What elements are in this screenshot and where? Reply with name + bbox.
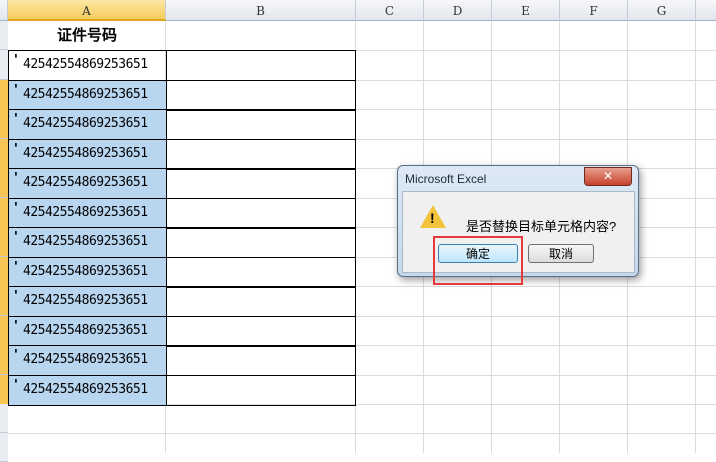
cell-value: 42542554869253651 [23, 146, 148, 161]
cell-B11[interactable] [166, 316, 356, 347]
gridline [695, 21, 696, 453]
cell-B12[interactable] [166, 345, 356, 376]
row-header-7[interactable] [0, 198, 8, 228]
cell-A7[interactable]: ' 42542554869253651 [8, 198, 167, 229]
select-all-corner[interactable] [0, 0, 8, 21]
row-header-2[interactable] [0, 50, 8, 80]
cell-value: 42542554869253651 [23, 175, 148, 190]
row-header-11[interactable] [0, 316, 8, 346]
apostrophe-prefix: ' [12, 289, 20, 304]
cell-A6[interactable]: ' 42542554869253651 [8, 168, 167, 199]
cell-B8[interactable] [166, 227, 356, 258]
cell-B6[interactable] [166, 168, 356, 199]
apostrophe-prefix: ' [12, 201, 20, 216]
cell-value: 42542554869253651 [23, 57, 148, 72]
row-header-4[interactable] [0, 109, 8, 139]
row-header-5[interactable] [0, 139, 8, 169]
column-header-E[interactable]: E [492, 0, 560, 21]
cell-B5[interactable] [166, 139, 356, 170]
highlight-box [433, 236, 523, 285]
column-header-C[interactable]: C [356, 0, 424, 21]
row-header-13[interactable] [0, 375, 8, 405]
header-cell-id-number[interactable]: 证件号码 [8, 21, 166, 50]
dialog-message: 是否替换目标单元格内容? [466, 219, 617, 234]
column-header-D[interactable]: D [424, 0, 492, 21]
apostrophe-prefix: ' [12, 142, 20, 157]
cell-A8[interactable]: ' 42542554869253651 [8, 227, 167, 258]
cell-A12[interactable]: ' 42542554869253651 [8, 345, 167, 376]
warning-icon: ! [420, 205, 446, 228]
cell-B7[interactable] [166, 198, 356, 229]
cell-A4[interactable]: ' 42542554869253651 [8, 109, 167, 140]
cell-A5[interactable]: ' 42542554869253651 [8, 139, 167, 170]
cell-value: 42542554869253651 [23, 264, 148, 279]
column-header-A[interactable]: A [8, 0, 166, 21]
close-button[interactable]: ✕ [584, 167, 632, 186]
column-header-F[interactable]: F [560, 0, 628, 21]
cell-A13[interactable]: ' 42542554869253651 [8, 375, 167, 406]
row-header-3[interactable] [0, 80, 8, 110]
cell-value: 42542554869253651 [23, 87, 148, 102]
row-header-12[interactable] [0, 345, 8, 375]
apostrophe-prefix: ' [12, 260, 20, 275]
cell-value: 42542554869253651 [23, 352, 148, 367]
column-header-G[interactable]: G [628, 0, 696, 21]
cell-A11[interactable]: ' 42542554869253651 [8, 316, 167, 347]
cell-value: 42542554869253651 [23, 234, 148, 249]
cell-B9[interactable] [166, 257, 356, 288]
row-header-8[interactable] [0, 227, 8, 257]
cancel-button[interactable]: 取消 [528, 244, 594, 263]
row-header-9[interactable] [0, 257, 8, 287]
row-header-14[interactable] [0, 404, 8, 433]
cell-B3[interactable] [166, 80, 356, 111]
apostrophe-prefix: ' [12, 112, 20, 127]
gridline [8, 433, 716, 434]
apostrophe-prefix: ' [12, 230, 20, 245]
warning-glyph: ! [430, 210, 435, 226]
dialog-title: Microsoft Excel [405, 172, 487, 186]
cell-A10[interactable]: ' 42542554869253651 [8, 286, 167, 317]
cell-A2[interactable]: ' 42542554869253651 [8, 50, 167, 81]
row-header-1[interactable] [0, 21, 8, 50]
row-header-15[interactable] [0, 433, 8, 462]
apostrophe-prefix: ' [12, 83, 20, 98]
column-header-H[interactable] [696, 0, 716, 21]
cell-B13[interactable] [166, 375, 356, 406]
cell-value: 42542554869253651 [23, 116, 148, 131]
cell-value: 42542554869253651 [23, 323, 148, 338]
apostrophe-prefix: ' [12, 378, 20, 393]
cell-value: 42542554869253651 [23, 293, 148, 308]
apostrophe-prefix: ' [12, 319, 20, 334]
apostrophe-prefix: ' [12, 53, 20, 68]
cell-value: 42542554869253651 [23, 382, 148, 397]
row-header-10[interactable] [0, 286, 8, 316]
cell-A3[interactable]: ' 42542554869253651 [8, 80, 167, 111]
cell-B10[interactable] [166, 286, 356, 317]
cell-B2[interactable] [166, 50, 356, 81]
row-header-6[interactable] [0, 168, 8, 198]
apostrophe-prefix: ' [12, 171, 20, 186]
cell-value: 42542554869253651 [23, 205, 148, 220]
cell-B4[interactable] [166, 109, 356, 140]
apostrophe-prefix: ' [12, 348, 20, 363]
column-header-B[interactable]: B [166, 0, 356, 21]
cell-A9[interactable]: ' 42542554869253651 [8, 257, 167, 288]
